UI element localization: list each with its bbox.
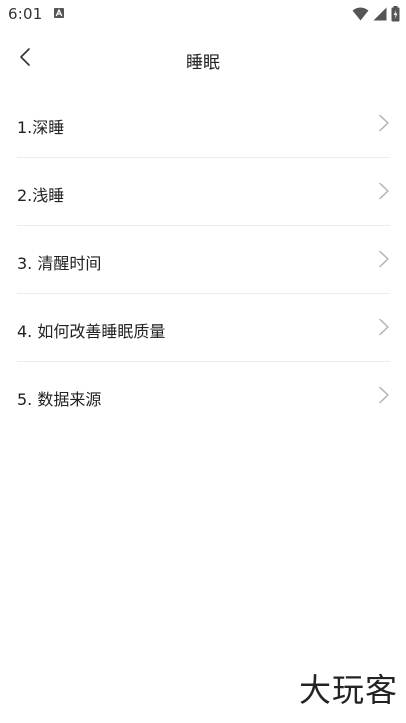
battery-icon xyxy=(391,6,400,22)
chevron-right-icon xyxy=(378,250,390,268)
status-icons xyxy=(352,6,400,22)
chevron-right-icon xyxy=(378,386,390,404)
watermark-logo: 大玩客 xyxy=(298,671,398,709)
list-item-label: 4. 如何改善睡眠质量 xyxy=(17,322,166,341)
menu-list: 1.深睡 2.浅睡 3. 清醒时间 4. 如何改善睡眠质量 5. 数据来源 xyxy=(17,90,390,430)
list-item-label: 1.深睡 xyxy=(17,118,65,137)
notification-a-icon xyxy=(54,8,64,18)
status-bar: 6:01 xyxy=(0,0,406,28)
list-item-improve-sleep[interactable]: 4. 如何改善睡眠质量 xyxy=(17,294,390,362)
list-item-data-source[interactable]: 5. 数据来源 xyxy=(17,362,390,430)
chevron-right-icon xyxy=(378,114,390,132)
header: 睡眠 xyxy=(0,36,406,82)
signal-icon xyxy=(373,7,387,21)
chevron-right-icon xyxy=(378,318,390,336)
page-title: 睡眠 xyxy=(186,53,220,73)
chevron-right-icon xyxy=(378,182,390,200)
list-item-label: 5. 数据来源 xyxy=(17,390,102,409)
wifi-icon xyxy=(352,7,369,21)
list-item-label: 3. 清醒时间 xyxy=(17,254,102,273)
list-item-light-sleep[interactable]: 2.浅睡 xyxy=(17,158,390,226)
list-item-awake-time[interactable]: 3. 清醒时间 xyxy=(17,226,390,294)
status-time: 6:01 xyxy=(8,5,43,23)
list-item-deep-sleep[interactable]: 1.深睡 xyxy=(17,90,390,158)
list-item-label: 2.浅睡 xyxy=(17,186,65,205)
